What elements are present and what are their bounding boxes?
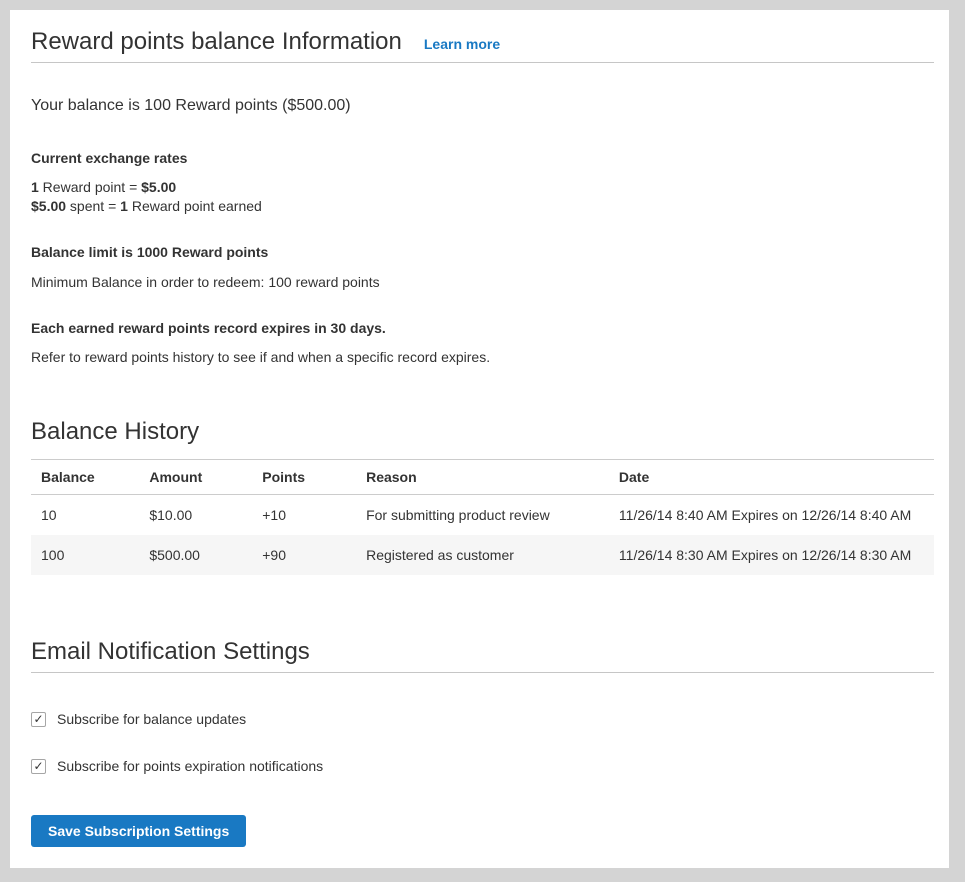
checkmark-icon: ✓ xyxy=(33,760,43,772)
rate2-text: spent = xyxy=(66,198,120,214)
cell-points: +90 xyxy=(252,535,356,575)
table-row: 100 $500.00 +90 Registered as customer 1… xyxy=(31,535,934,575)
learn-more-link[interactable]: Learn more xyxy=(424,36,500,52)
rate2-points-value: 1 xyxy=(120,198,128,214)
reward-points-card: Reward points balance Information Learn … xyxy=(10,10,949,868)
cell-date: 11/26/14 8:40 AM Expires on 12/26/14 8:4… xyxy=(609,495,934,536)
cell-amount: $500.00 xyxy=(139,535,252,575)
minimum-balance-note: Minimum Balance in order to redeem: 100 … xyxy=(31,273,934,292)
cell-reason: Registered as customer xyxy=(356,535,609,575)
subscribe-expiration-notifications-label[interactable]: Subscribe for points expiration notifica… xyxy=(57,756,323,776)
cell-balance: 100 xyxy=(31,535,139,575)
exchange-rates-lines: 1 Reward point = $5.00 $5.00 spent = 1 R… xyxy=(31,178,934,216)
exchange-rates-heading: Current exchange rates xyxy=(31,149,934,168)
col-header-date: Date xyxy=(609,460,934,495)
exchange-rate-line-1: 1 Reward point = $5.00 xyxy=(31,178,934,197)
cell-balance: 10 xyxy=(31,495,139,536)
rate1-money-value: $5.00 xyxy=(141,179,176,195)
balance-summary: Your balance is 100 Reward points ($500.… xyxy=(31,95,934,117)
col-header-reason: Reason xyxy=(356,460,609,495)
expiration-note: Refer to reward points history to see if… xyxy=(31,348,934,367)
balance-history-title: Balance History xyxy=(31,416,934,448)
email-notification-settings-title: Email Notification Settings xyxy=(31,636,934,668)
balance-limit-heading: Balance limit is 1000 Reward points xyxy=(31,243,934,262)
expiration-heading: Each earned reward points record expires… xyxy=(31,319,934,338)
cell-points: +10 xyxy=(252,495,356,536)
subscribe-balance-updates-row: ✓ Subscribe for balance updates xyxy=(31,709,934,729)
table-row: 10 $10.00 +10 For submitting product rev… xyxy=(31,495,934,536)
checkmark-icon: ✓ xyxy=(33,713,43,725)
rate2-money-value: $5.00 xyxy=(31,198,66,214)
col-header-amount: Amount xyxy=(139,460,252,495)
rate1-points-value: 1 xyxy=(31,179,39,195)
subscribe-balance-updates-checkbox[interactable]: ✓ xyxy=(31,712,46,727)
rate1-text: Reward point = xyxy=(39,179,141,195)
page-header: Reward points balance Information Learn … xyxy=(31,26,934,58)
subscribe-expiration-notifications-row: ✓ Subscribe for points expiration notifi… xyxy=(31,756,934,776)
cell-date: 11/26/14 8:30 AM Expires on 12/26/14 8:3… xyxy=(609,535,934,575)
balance-history-table: Balance Amount Points Reason Date 10 $10… xyxy=(31,459,934,575)
exchange-rate-line-2: $5.00 spent = 1 Reward point earned xyxy=(31,197,934,216)
table-header-row: Balance Amount Points Reason Date xyxy=(31,460,934,495)
cell-amount: $10.00 xyxy=(139,495,252,536)
page-title: Reward points balance Information xyxy=(31,26,402,58)
col-header-balance: Balance xyxy=(31,460,139,495)
rate2-text-end: Reward point earned xyxy=(128,198,262,214)
subscribe-balance-updates-label[interactable]: Subscribe for balance updates xyxy=(57,709,246,729)
subscribe-expiration-notifications-checkbox[interactable]: ✓ xyxy=(31,759,46,774)
email-settings-divider xyxy=(31,672,934,673)
cell-reason: For submitting product review xyxy=(356,495,609,536)
header-divider xyxy=(31,62,934,63)
col-header-points: Points xyxy=(252,460,356,495)
save-subscription-settings-button[interactable]: Save Subscription Settings xyxy=(31,815,246,847)
